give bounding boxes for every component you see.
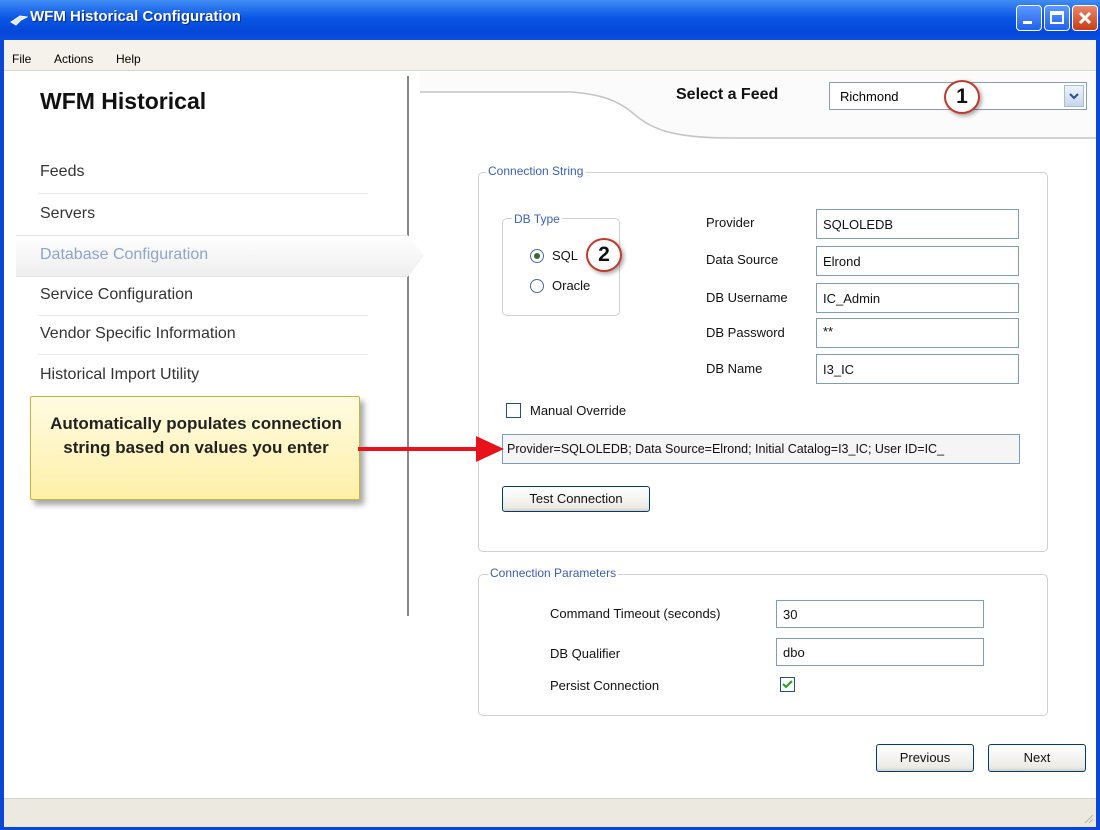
maximize-button[interactable] — [1044, 5, 1070, 31]
radio-sql[interactable] — [530, 249, 544, 263]
db-name-field[interactable]: I3_IC — [816, 354, 1019, 384]
connection-parameters-legend: Connection Parameters — [488, 566, 619, 580]
maximize-icon — [1050, 11, 1064, 24]
minimize-button[interactable] — [1016, 5, 1042, 31]
chevron-down-icon — [1069, 93, 1079, 100]
persist-connection-label: Persist Connection — [550, 678, 660, 693]
nav-item-database-configuration[interactable]: Database Configuration — [40, 246, 208, 264]
app-icon — [10, 15, 28, 26]
nav-item-vendor-specific-information[interactable]: Vendor Specific Information — [40, 325, 236, 343]
db-qualifier-field[interactable]: dbo — [776, 638, 984, 666]
app-heading: WFM Historical — [40, 88, 207, 114]
db-type-legend: DB Type — [512, 212, 562, 226]
nav-divider — [38, 315, 368, 316]
minimize-icon — [1023, 21, 1032, 24]
manual-override-checkbox[interactable] — [506, 403, 521, 418]
db-name-label: DB Name — [706, 361, 763, 376]
db-username-value: IC_Admin — [823, 291, 881, 306]
menu-help[interactable]: Help — [116, 52, 141, 66]
status-bar — [4, 798, 1096, 827]
nav-item-feeds[interactable]: Feeds — [40, 163, 84, 181]
command-timeout-label: Command Timeout (seconds) — [550, 606, 721, 621]
nav-item-historical-import-utility[interactable]: Historical Import Utility — [40, 366, 199, 384]
radio-oracle[interactable] — [530, 279, 544, 293]
manual-override-label: Manual Override — [530, 403, 627, 418]
feed-select-value: Richmond — [840, 89, 899, 104]
persist-connection-checkbox[interactable] — [780, 677, 795, 692]
window-title: WFM Historical Configuration — [30, 8, 241, 25]
command-timeout-field[interactable]: 30 — [776, 600, 984, 628]
db-username-label: DB Username — [706, 290, 788, 305]
menu-bar — [4, 40, 1096, 71]
connection-string-value: Provider=SQLOLEDB; Data Source=Elrond; I… — [507, 442, 945, 456]
close-button[interactable] — [1072, 5, 1098, 31]
close-icon — [1078, 11, 1092, 25]
connection-string-field[interactable]: Provider=SQLOLEDB; Data Source=Elrond; I… — [502, 434, 1020, 464]
nav-item-servers[interactable]: Servers — [40, 205, 95, 223]
checkmark-icon — [782, 680, 793, 689]
nav-item-service-configuration[interactable]: Service Configuration — [40, 286, 193, 304]
menu-file[interactable]: File — [12, 52, 31, 66]
db-name-value: I3_IC — [823, 362, 855, 377]
test-connection-button[interactable]: Test Connection — [502, 486, 650, 512]
resize-grip-icon[interactable] — [1082, 812, 1094, 824]
radio-oracle-label: Oracle — [552, 278, 591, 293]
radio-selected-dot — [534, 253, 540, 259]
select-feed-label: Select a Feed — [676, 86, 779, 103]
data-source-value: Elrond — [823, 254, 861, 269]
db-qualifier-label: DB Qualifier — [550, 646, 621, 661]
db-password-label: DB Password — [706, 325, 785, 340]
provider-value: SQLOLEDB — [823, 217, 894, 232]
command-timeout-value: 30 — [783, 607, 798, 622]
callout-badge-2: 2 — [586, 238, 622, 272]
data-source-label: Data Source — [706, 252, 779, 267]
data-source-field[interactable]: Elrond — [816, 246, 1019, 276]
db-qualifier-value: dbo — [783, 645, 805, 660]
callout-tooltip-text: Automatically populates connection strin… — [50, 414, 342, 457]
nav-divider — [407, 76, 409, 616]
menu-actions[interactable]: Actions — [54, 52, 93, 66]
callout-badge-1: 1 — [944, 80, 980, 114]
provider-field[interactable]: SQLOLEDB — [816, 209, 1019, 239]
db-password-value: ** — [823, 324, 834, 339]
connection-string-legend: Connection String — [486, 164, 586, 178]
next-button[interactable]: Next — [988, 744, 1086, 772]
db-username-field[interactable]: IC_Admin — [816, 283, 1019, 313]
callout-arrow-icon — [358, 436, 504, 462]
previous-button[interactable]: Previous — [876, 744, 974, 772]
nav-divider — [38, 354, 368, 355]
provider-label: Provider — [706, 215, 755, 230]
radio-sql-label: SQL — [552, 248, 579, 263]
feed-dropdown-button[interactable] — [1064, 85, 1084, 107]
db-password-field[interactable]: ** — [816, 318, 1019, 348]
nav-divider — [38, 193, 368, 194]
